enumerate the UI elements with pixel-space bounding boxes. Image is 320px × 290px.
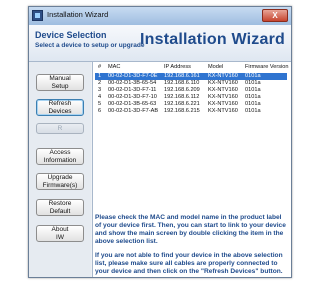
- wizard-title: Installation Wizard: [139, 31, 285, 48]
- manual-setup-button[interactable]: Manual Setup: [36, 74, 84, 91]
- wizard-header: Device Selection Select a device to setu…: [29, 25, 291, 62]
- column-header-ip: IP Address: [164, 64, 191, 70]
- table-row[interactable]: 6 00-02-D1-3D-F7-AB 192.168.6.215 KX-NTV…: [95, 108, 287, 115]
- column-header-mac: MAC: [108, 64, 121, 70]
- close-button[interactable]: X: [262, 9, 288, 22]
- about-iw-button[interactable]: About IW: [36, 225, 84, 242]
- disabled-button[interactable]: R: [36, 123, 84, 134]
- page-subtitle: Select a device to setup or upgrade: [35, 42, 145, 49]
- upgrade-firmware-button[interactable]: Upgrade Firmware(s): [36, 173, 84, 190]
- column-header-model: Model: [208, 64, 224, 70]
- table-row[interactable]: 2 00-02-D1-3B-65-54 192.168.6.110 KX-NTV…: [95, 80, 287, 87]
- title-bar: Installation Wizard X: [29, 7, 291, 26]
- table-row[interactable]: 4 00-02-D1-3D-F7-10 192.168.6.112 KX-NTV…: [95, 94, 287, 101]
- installation-wizard-window: Installation Wizard X Device Selection S…: [28, 6, 292, 278]
- sidebar: Manual Setup Refresh Devices R Access In…: [29, 62, 91, 277]
- device-selection-list[interactable]: # MAC IP Address Model Firmware Version …: [95, 64, 289, 184]
- page-title: Device Selection: [35, 30, 107, 40]
- table-row[interactable]: 5 00-02-D1-3B-65-63 192.168.6.221 KX-NTV…: [95, 101, 287, 108]
- column-header-number: #: [98, 64, 102, 70]
- app-icon: [32, 10, 43, 21]
- window-title: Installation Wizard: [47, 10, 109, 19]
- refresh-devices-button[interactable]: Refresh Devices: [36, 99, 84, 116]
- column-header-firmware: Firmware Version: [245, 64, 289, 70]
- table-row[interactable]: 1 00-02-D1-3D-F7-0E 192.168.6.161 KX-NTV…: [95, 73, 287, 80]
- table-header: # MAC IP Address Model Firmware Version: [95, 64, 289, 71]
- main-content: # MAC IP Address Model Firmware Version …: [92, 62, 291, 277]
- instructions-text: Please check the MAC and model name in t…: [95, 214, 287, 282]
- instructions-paragraph-1: Please check the MAC and model name in t…: [95, 214, 286, 245]
- access-information-button[interactable]: Access Information: [36, 148, 84, 165]
- table-row[interactable]: 3 00-02-D1-3D-F7-11 192.168.6.209 KX-NTV…: [95, 87, 287, 94]
- restore-default-button[interactable]: Restore Default: [36, 199, 84, 216]
- instructions-paragraph-2: If you are not able to find your device …: [95, 252, 283, 275]
